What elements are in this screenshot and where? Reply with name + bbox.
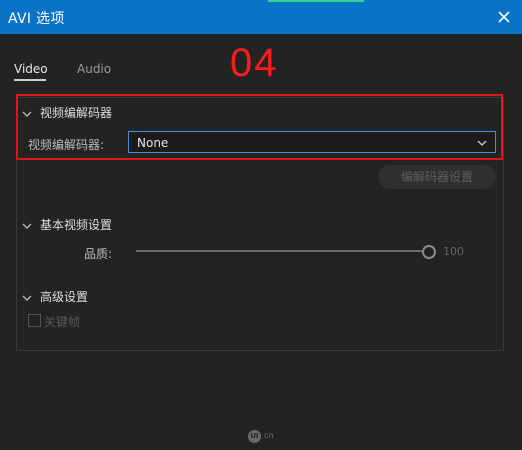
- window-title: AVI 选项: [8, 11, 65, 27]
- chevron-down-icon: [22, 223, 32, 229]
- tab-video-underline: [14, 79, 46, 81]
- section-title-basic: 基本视频设置: [40, 218, 113, 232]
- title-bar: AVI 选项: [0, 0, 522, 34]
- tab-audio[interactable]: Audio: [77, 62, 111, 76]
- highlight-annotation-box: [16, 94, 503, 160]
- tab-video[interactable]: Video: [14, 62, 48, 76]
- watermark-logo: UI cn: [248, 430, 278, 444]
- step-number-annotation: 04: [230, 41, 279, 85]
- section-header-basic[interactable]: 基本视频设置: [22, 216, 112, 233]
- watermark-badge: UI: [248, 430, 261, 443]
- watermark-text: cn: [264, 431, 274, 440]
- quality-value: 100: [443, 245, 464, 258]
- section-title-advanced: 高级设置: [40, 290, 89, 304]
- codec-settings-button[interactable]: 编解码器设置: [378, 165, 496, 189]
- quality-slider-track[interactable]: [136, 250, 422, 252]
- quality-label: 品质:: [84, 247, 113, 261]
- quality-slider-thumb[interactable]: [422, 245, 436, 259]
- title-bar-accent: [268, 0, 364, 2]
- section-header-advanced[interactable]: 高级设置: [22, 288, 88, 305]
- keyframe-label: 关键帧: [44, 315, 81, 329]
- close-icon[interactable]: [496, 9, 512, 25]
- keyframe-checkbox[interactable]: [28, 314, 41, 327]
- chevron-down-icon: [22, 295, 32, 301]
